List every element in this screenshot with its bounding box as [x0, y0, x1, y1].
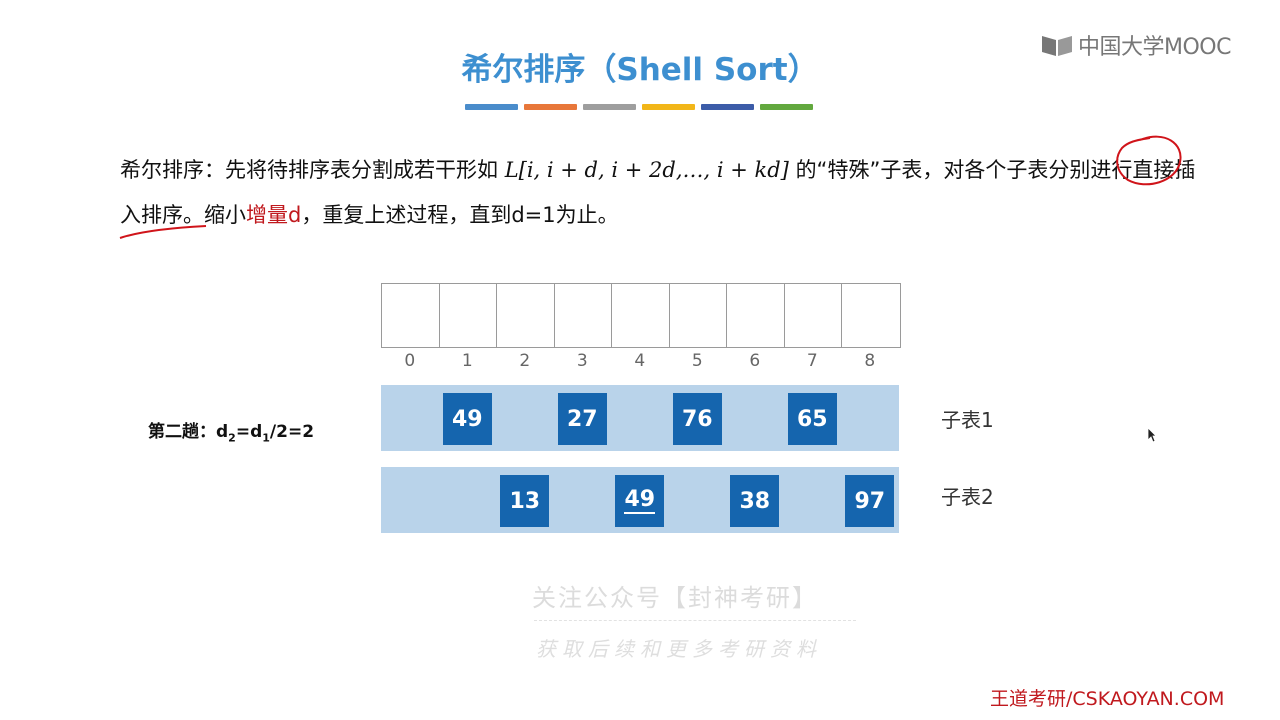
- array-cell: [497, 284, 555, 347]
- sublist1-label: 子表1: [941, 408, 994, 432]
- array-cell: [440, 284, 497, 347]
- color-bar: [583, 104, 636, 110]
- sublist1-value: 76: [681, 406, 713, 432]
- sublist1-band: 49 27 76 65: [381, 385, 899, 451]
- ink-underline-annotation: [119, 225, 207, 239]
- color-bar: [701, 104, 754, 110]
- title-color-bars: [465, 104, 813, 110]
- index-label: 4: [634, 351, 646, 371]
- sublist2-label: 子表2: [941, 485, 994, 509]
- sublist1-value: 49: [451, 406, 483, 432]
- sublist1-value: 65: [796, 406, 828, 432]
- sublist1-value-box: 27: [557, 393, 607, 445]
- watermark-divider: [534, 620, 856, 621]
- index-label: 7: [806, 351, 818, 371]
- sublist1-value-box: 65: [787, 393, 837, 445]
- array-cell: [785, 284, 842, 347]
- array-cell: [555, 284, 612, 347]
- array-indices: 0 1 2 3 4 5 6 7 8: [381, 351, 899, 371]
- highlight-increment: 增量d: [246, 203, 302, 227]
- pass-label: 第二趟：d2=d1/2=2: [148, 417, 314, 444]
- index-label: 3: [576, 351, 588, 371]
- footer-brand: 王道考研/CSKAOYAN.COM: [990, 688, 1225, 710]
- index-label: 8: [864, 351, 876, 371]
- array-cell: [382, 284, 440, 347]
- math-expression: L[i, i + d, i + 2d,…, i + kd]: [504, 158, 789, 182]
- color-bar: [642, 104, 695, 110]
- sublist2-value-box: 38: [730, 475, 780, 527]
- sublist1-value-box: 76: [672, 393, 722, 445]
- sublist2-value-box: 13: [500, 475, 550, 527]
- index-label: 5: [691, 351, 703, 371]
- ink-circle-annotation: [1116, 135, 1182, 186]
- sublist2-value-box: 49: [615, 475, 665, 527]
- slide-title: 希尔排序（Shell Sort）: [461, 52, 819, 88]
- sublist2-value-box: 97: [845, 475, 895, 527]
- index-label: 1: [461, 351, 473, 371]
- index-label: 0: [404, 351, 416, 371]
- definition-text-1: 希尔排序：先将待排序表分割成若干形如: [120, 158, 498, 182]
- sublist1-value: 27: [566, 406, 598, 432]
- pass-label-sub2: 1: [262, 431, 270, 445]
- array-cell: [727, 284, 785, 347]
- array-cell: [612, 284, 670, 347]
- sublist1-value-box: 49: [442, 393, 492, 445]
- sublist2-value: 97: [854, 488, 886, 514]
- array-cell: [842, 284, 900, 347]
- index-label: 2: [519, 351, 531, 371]
- watermark-line2: 获取后续和更多考研资料: [536, 637, 822, 661]
- array-cell: [670, 284, 727, 347]
- sublist2-value: 49: [624, 487, 656, 514]
- sublist2-band: 13 49 38 97: [381, 467, 899, 533]
- pass-label-suffix: /2=2: [269, 422, 315, 442]
- definition-text-3: ，重复上述过程，直到d=1为止。: [301, 203, 619, 227]
- definition-paragraph: 希尔排序：先将待排序表分割成若干形如 L[i, i + d, i + 2d,…,…: [120, 148, 1200, 238]
- color-bar: [760, 104, 813, 110]
- array-cells: [381, 283, 901, 348]
- color-bar: [465, 104, 518, 110]
- sublist2-value: 13: [509, 488, 541, 514]
- pass-label-mid: =d: [235, 422, 263, 442]
- index-label: 6: [749, 351, 761, 371]
- pass-label-prefix: 第二趟：d: [148, 422, 229, 442]
- pass-label-sub1: 2: [228, 431, 236, 445]
- color-bar: [524, 104, 577, 110]
- sublist2-value: 38: [739, 488, 771, 514]
- watermark-line1: 关注公众号【封神考研】: [532, 584, 818, 612]
- mouse-cursor-icon: [1147, 427, 1157, 443]
